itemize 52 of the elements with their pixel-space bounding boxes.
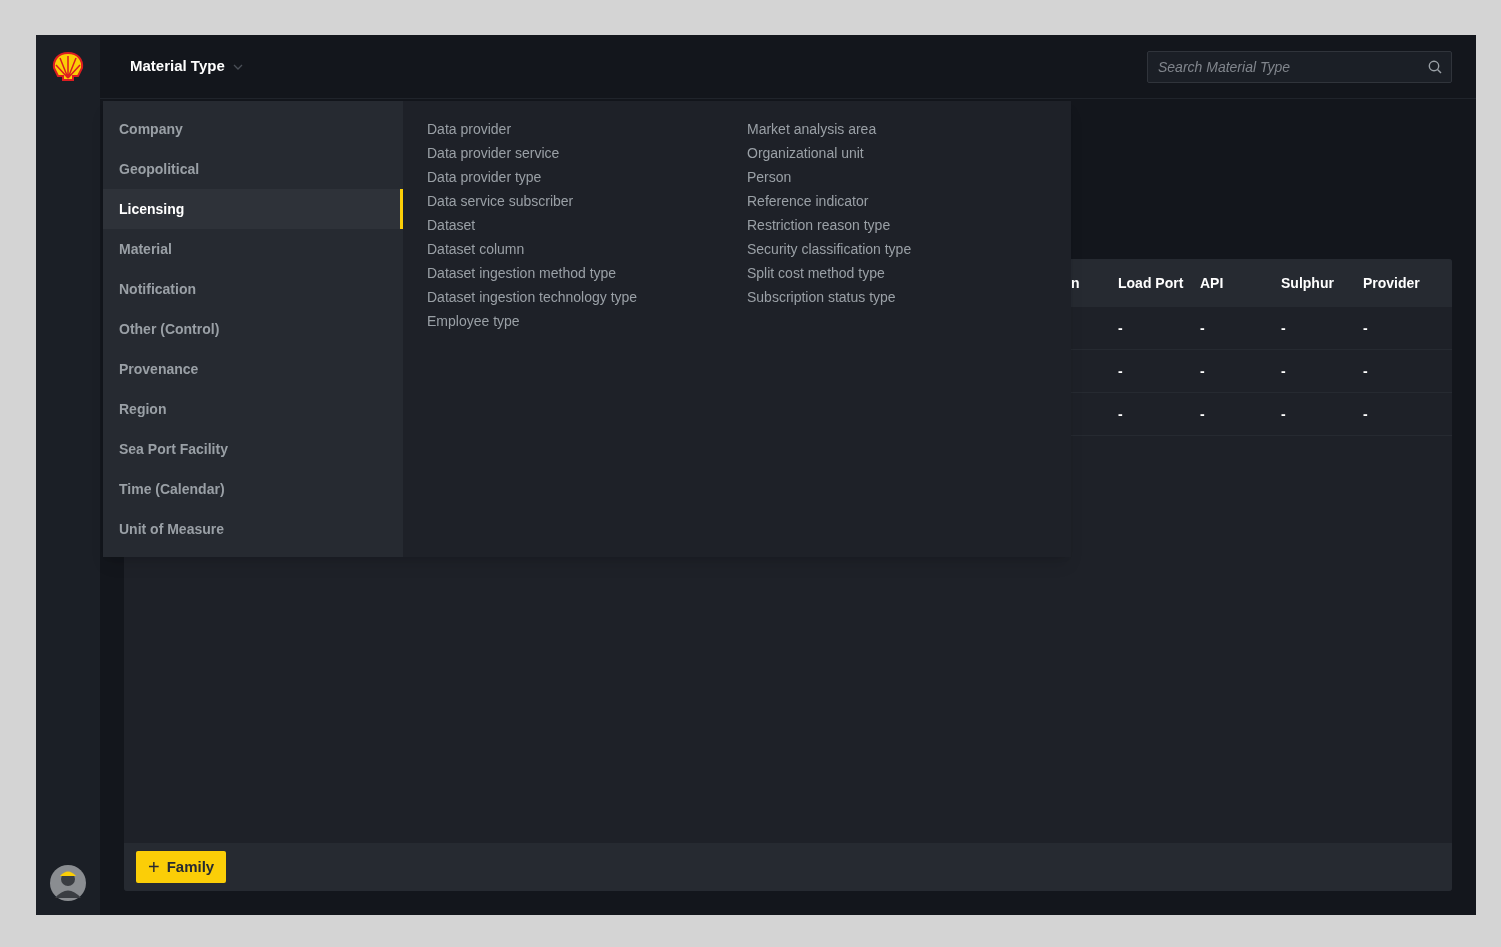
category-item[interactable]: Provenance	[103, 349, 403, 389]
table-cell: -	[1118, 406, 1123, 422]
table-cell: -	[1281, 406, 1286, 422]
column-header: Load Port	[1118, 275, 1184, 291]
category-item[interactable]: Sea Port Facility	[103, 429, 403, 469]
menu-item[interactable]: Dataset	[427, 213, 476, 237]
category-item[interactable]: Other (Control)	[103, 309, 403, 349]
category-item[interactable]: Licensing	[103, 189, 403, 229]
category-item[interactable]: Region	[103, 389, 403, 429]
category-item[interactable]: Notification	[103, 269, 403, 309]
avatar[interactable]	[50, 865, 86, 901]
table-cell: -	[1363, 320, 1368, 336]
table-cell: -	[1200, 406, 1205, 422]
menu-item[interactable]: Split cost method type	[747, 261, 885, 285]
menu-item[interactable]: Employee type	[427, 309, 520, 333]
add-family-button[interactable]: + Family	[136, 851, 227, 883]
column-header: n	[1071, 275, 1080, 291]
menu-item[interactable]: Data provider type	[427, 165, 542, 189]
category-item[interactable]: Material	[103, 229, 403, 269]
menu-item[interactable]: Dataset ingestion method type	[427, 261, 617, 285]
category-item[interactable]: Geopolitical	[103, 149, 403, 189]
table-cell: -	[1200, 320, 1205, 336]
table-cell: -	[1118, 320, 1123, 336]
search-icon[interactable]	[1428, 59, 1442, 74]
menu-item[interactable]: Market analysis area	[747, 117, 877, 141]
menu-item[interactable]: Person	[747, 165, 792, 189]
category-item[interactable]: Unit of Measure	[103, 509, 403, 549]
menu-item[interactable]: Restriction reason type	[747, 213, 891, 237]
menu-item[interactable]: Subscription status type	[747, 285, 896, 309]
search-field[interactable]: Search Material Type	[1147, 50, 1452, 83]
page-title: Material Type	[130, 56, 225, 77]
column-header: API	[1200, 275, 1224, 291]
menu-item[interactable]: Dataset ingestion technology type	[427, 285, 638, 309]
plus-icon: +	[148, 857, 160, 877]
category-item[interactable]: Company	[103, 109, 403, 149]
table-cell: -	[1200, 363, 1205, 379]
menu-item[interactable]: Data provider service	[427, 141, 560, 165]
menu-item[interactable]: Organizational unit	[747, 141, 864, 165]
table-cell: -	[1363, 363, 1368, 379]
column-header: Provider	[1363, 275, 1420, 291]
table-cell: -	[1118, 363, 1123, 379]
table-cell: -	[1281, 363, 1286, 379]
menu-item[interactable]: Security classification type	[747, 237, 912, 261]
table-cell: -	[1281, 320, 1286, 336]
column-header: Sulphur	[1281, 275, 1334, 291]
menu-item[interactable]: Dataset column	[427, 237, 525, 261]
table-cell: -	[1363, 406, 1368, 422]
menu-item[interactable]: Data service subscriber	[427, 189, 574, 213]
menu-item[interactable]: Data provider	[427, 117, 512, 141]
shell-icon	[52, 52, 84, 82]
category-item[interactable]: Time (Calendar)	[103, 469, 403, 509]
menu-item[interactable]: Reference indicator	[747, 189, 869, 213]
